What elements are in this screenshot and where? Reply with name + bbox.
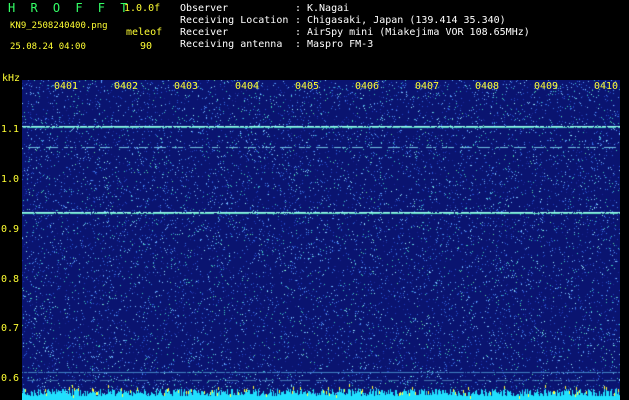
observer-value: K.Nagai (307, 3, 350, 14)
y-tick-1-0: 1.0 (1, 174, 20, 185)
waterfall-spectrogram (22, 80, 620, 400)
x-tick-0409: 0409 (534, 81, 559, 92)
y-axis-unit: kHz (2, 73, 21, 84)
setting-value: 90 (140, 41, 153, 52)
x-tick-0408: 0408 (475, 81, 500, 92)
x-tick-0410: 0410 (594, 81, 619, 92)
x-tick-0401: 0401 (54, 81, 79, 92)
x-tick-0403: 0403 (174, 81, 199, 92)
y-tick-0-7: 0.7 (1, 323, 20, 334)
observer-label: Observer (180, 3, 229, 14)
x-tick-0404: 0404 (235, 81, 260, 92)
waterfall-canvas (22, 80, 620, 400)
x-tick-0405: 0405 (295, 81, 320, 92)
x-tick-0406: 0406 (355, 81, 380, 92)
receiver-label: Receiver (180, 27, 229, 38)
y-tick-0-6: 0.6 (1, 373, 20, 384)
observer-colon: : (295, 3, 302, 14)
app-version: 1.0.0f (124, 3, 161, 14)
antenna-value: Maspro FM-3 (307, 39, 374, 50)
x-tick-0402: 0402 (114, 81, 139, 92)
y-tick-1-1: 1.1 (1, 124, 20, 135)
app-title: H R O F F T (8, 1, 132, 15)
file-name: KN9_2508240400.png (10, 21, 108, 31)
y-tick-0-9: 0.9 (1, 224, 20, 235)
y-tick-0-8: 0.8 (1, 274, 20, 285)
x-tick-0407: 0407 (415, 81, 440, 92)
receiver-colon: : (295, 27, 302, 38)
location-value: Chigasaki, Japan (139.414 35.340) (307, 15, 506, 26)
location-colon: : (295, 15, 302, 26)
antenna-colon: : (295, 39, 302, 50)
location-label: Receiving Location (180, 15, 289, 26)
antenna-label: Receiving antenna (180, 39, 283, 50)
mode-label: meleof (126, 27, 163, 38)
receiver-value: AirSpy mini (Miakejima VOR 108.65MHz) (307, 27, 530, 38)
file-datetime: 25.08.24 04:00 (10, 42, 86, 52)
